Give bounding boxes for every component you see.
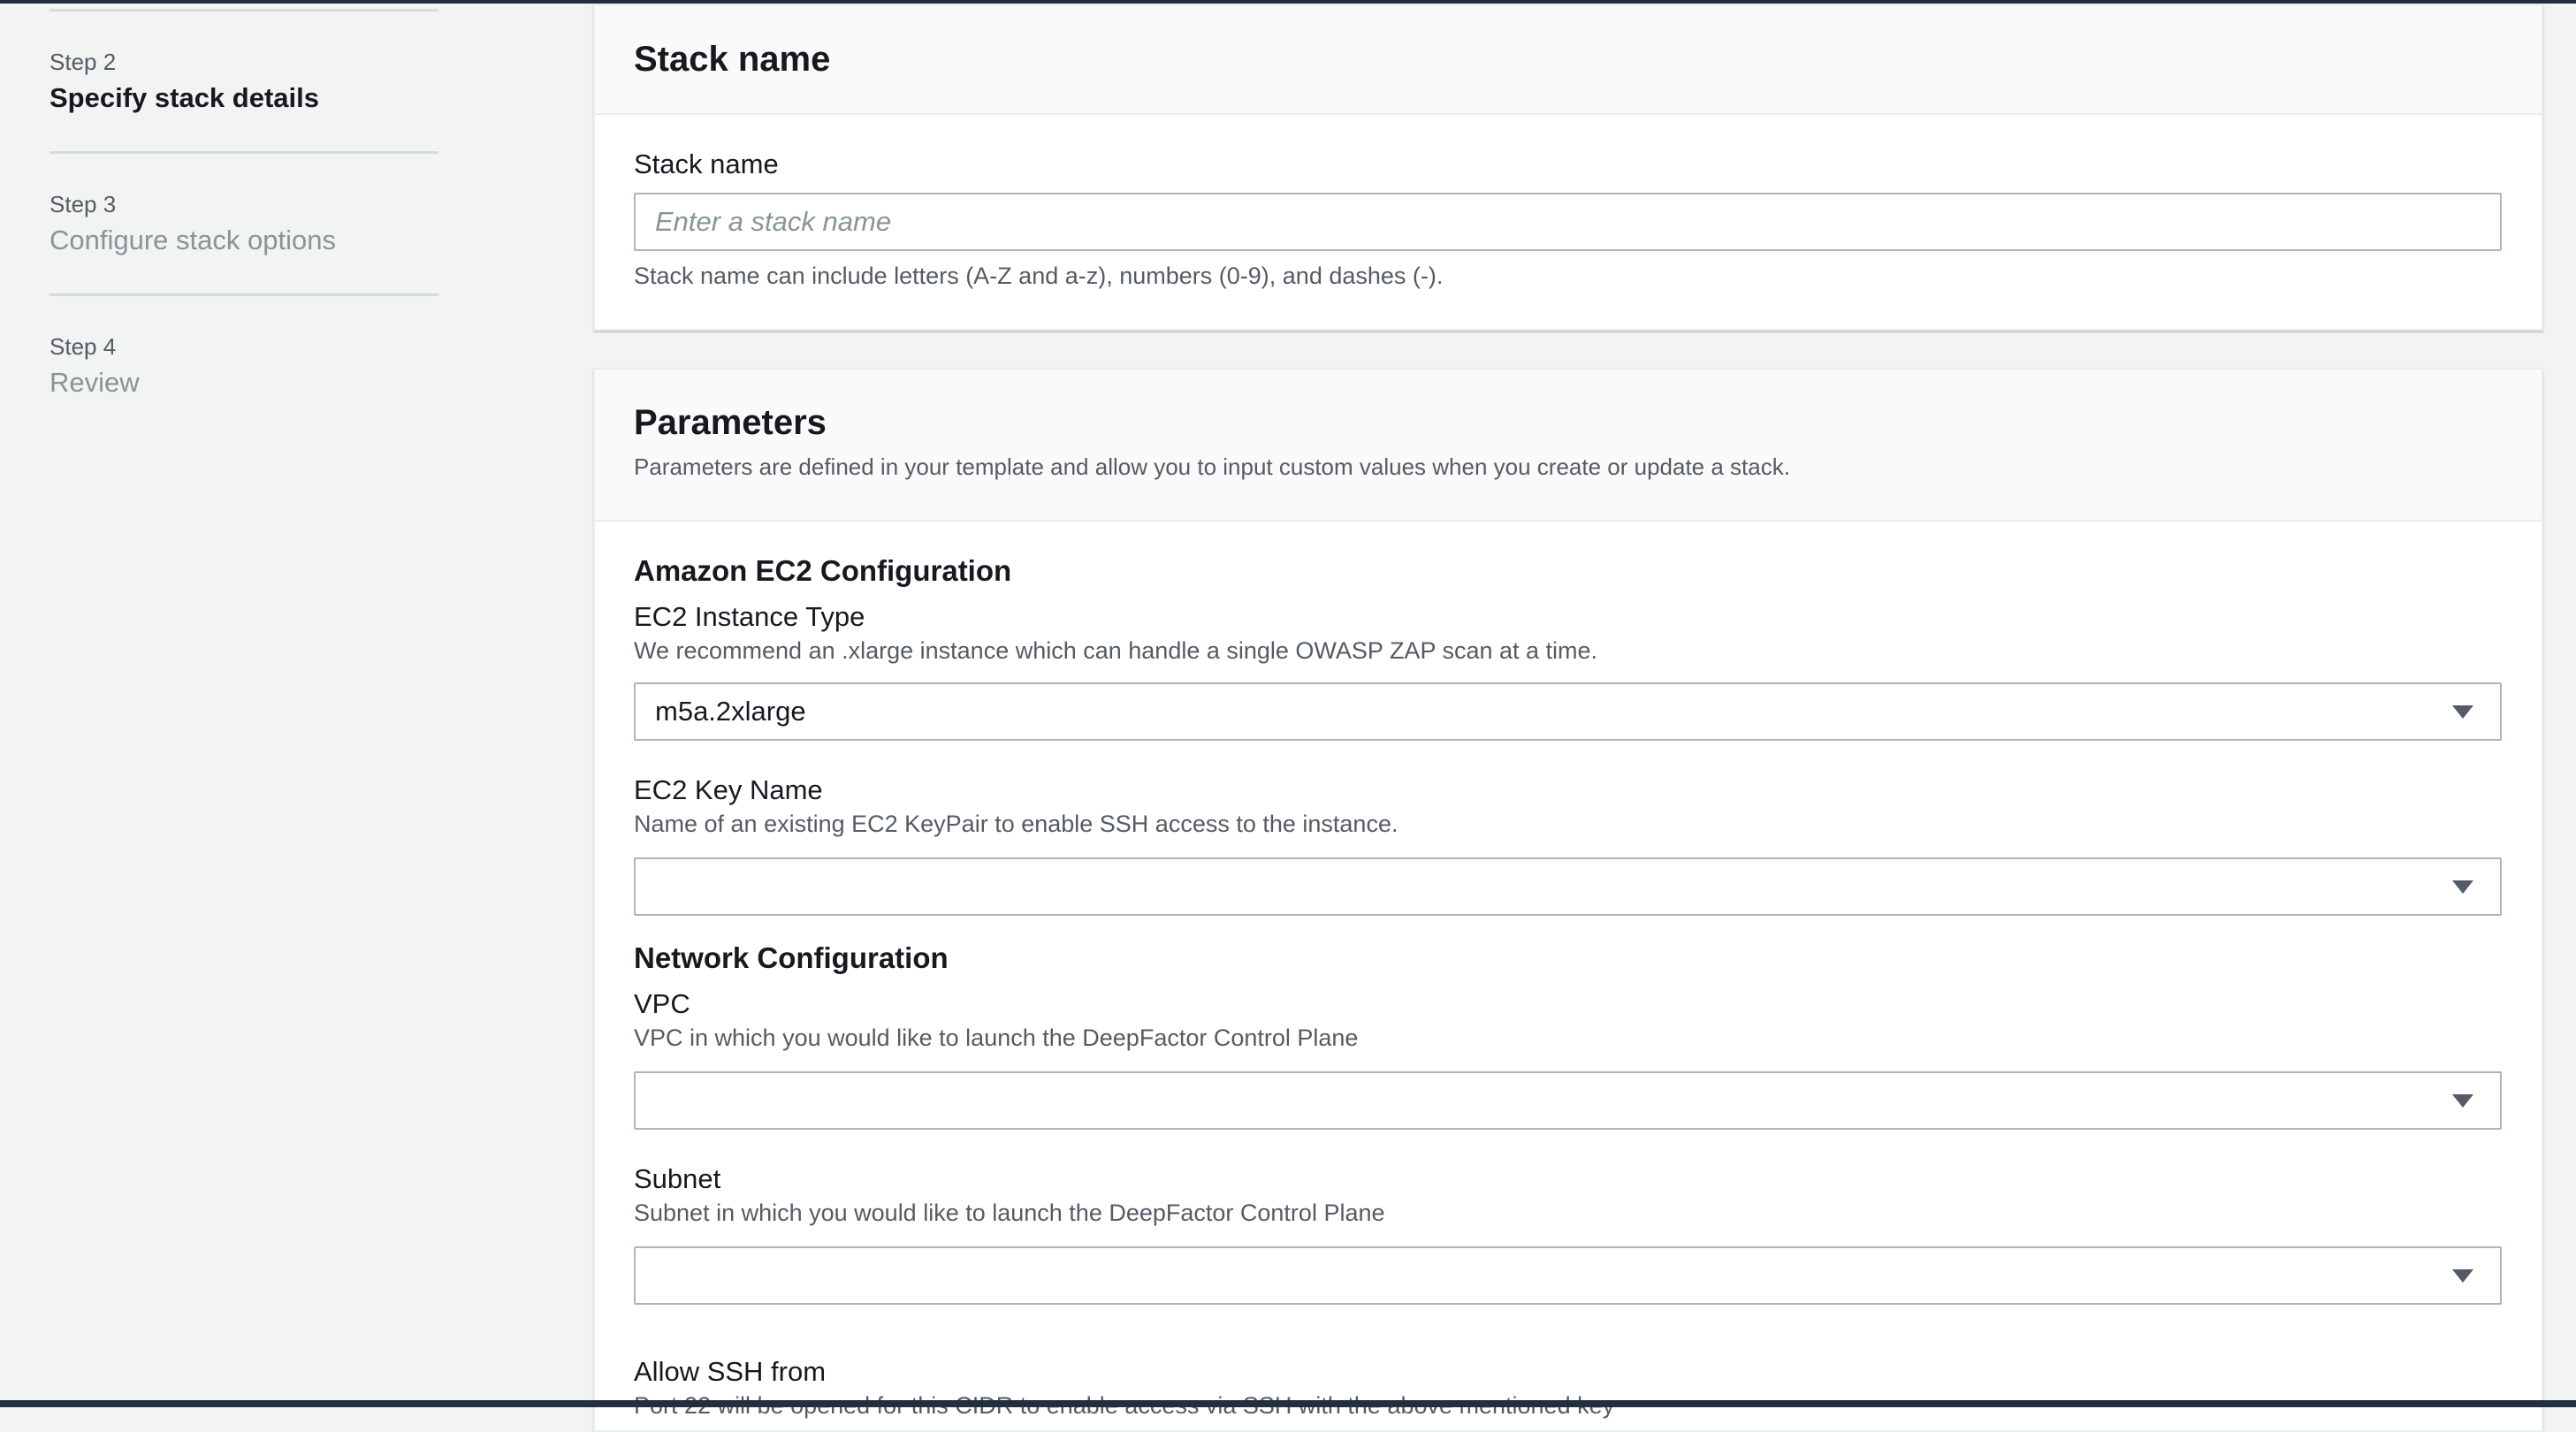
panel-description: Parameters are defined in your template … [634, 453, 1790, 480]
ssh-cidr-label: Allow SSH from [634, 1356, 827, 1387]
vpc-select[interactable] [634, 1071, 2502, 1130]
caret-down-icon [2452, 880, 2473, 894]
step-number: Step 3 [50, 191, 117, 217]
subnet-label: Subnet [634, 1163, 721, 1194]
panel-header: Stack name [595, 5, 2542, 115]
instance-type-select[interactable]: m5a.2xlarge [634, 682, 2502, 741]
step-title: Review [50, 367, 140, 398]
step-number: Step 4 [50, 333, 117, 360]
step-title: Configure stack options [50, 225, 336, 255]
stack-name-label: Stack name [634, 149, 779, 179]
instance-type-value: m5a.2xlarge [655, 696, 806, 727]
stack-name-hint: Stack name can include letters (A-Z and … [634, 263, 1444, 289]
caret-down-icon [2452, 1269, 2473, 1283]
step-3[interactable]: Step 3 Configure stack options [50, 151, 438, 293]
key-name-label: EC2 Key Name [634, 774, 823, 805]
wizard-steps-nav: Step 2 Specify stack details Step 3 Conf… [50, 0, 438, 436]
stack-name-input[interactable] [634, 193, 2502, 251]
caret-down-icon [2452, 705, 2473, 719]
key-name-desc: Name of an existing EC2 KeyPair to enabl… [634, 811, 1399, 837]
subnet-select[interactable] [634, 1246, 2502, 1305]
step-number: Step 2 [50, 49, 117, 75]
ec2-section-title: Amazon EC2 Configuration [634, 554, 1012, 587]
instance-type-desc: We recommend an .xlarge instance which c… [634, 637, 1598, 664]
subnet-desc: Subnet in which you would like to launch… [634, 1200, 1385, 1226]
stack-name-panel: Stack name Stack name Stack name can inc… [593, 4, 2543, 331]
step-title: Specify stack details [50, 82, 319, 113]
caret-down-icon [2452, 1094, 2473, 1108]
panel-title: Parameters [634, 403, 827, 442]
parameters-panel: Parameters Parameters are defined in you… [593, 368, 2543, 1432]
vpc-desc: VPC in which you would like to launch th… [634, 1024, 1359, 1051]
bottom-border [0, 1400, 2576, 1407]
panel-header: Parameters Parameters are defined in you… [595, 369, 2542, 522]
key-name-select[interactable] [634, 857, 2502, 916]
step-2[interactable]: Step 2 Specify stack details [50, 9, 438, 151]
instance-type-label: EC2 Instance Type [634, 601, 865, 632]
panel-title: Stack name [634, 39, 831, 79]
vpc-label: VPC [634, 988, 690, 1019]
step-4[interactable]: Step 4 Review [50, 293, 438, 436]
network-section-title: Network Configuration [634, 941, 949, 974]
